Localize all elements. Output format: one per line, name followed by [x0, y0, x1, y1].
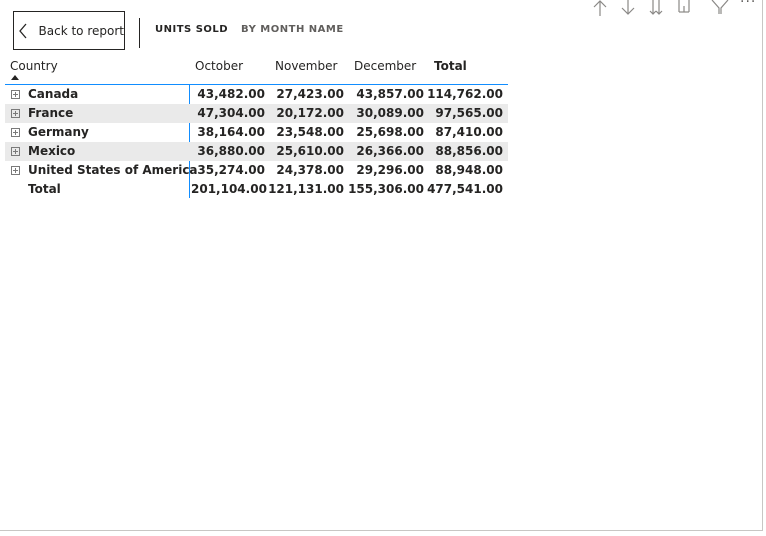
- cell-november: 24,378.00: [276, 163, 344, 177]
- cell-december: 26,366.00: [356, 144, 424, 158]
- cell-december: 43,857.00: [356, 87, 424, 101]
- cell-october: 47,304.00: [197, 106, 265, 120]
- cell-october: 43,482.00: [197, 87, 265, 101]
- expand-plus-icon[interactable]: [11, 166, 20, 175]
- cell-december: 25,698.00: [356, 125, 424, 139]
- expand-plus-icon[interactable]: [11, 147, 20, 156]
- toolbar-divider: [139, 18, 140, 48]
- row-country: Mexico: [28, 144, 76, 158]
- grand-total-value: 477,541.00: [427, 182, 503, 196]
- row-country: United States of America: [28, 163, 198, 177]
- matrix-visual: Country October November December Total …: [5, 56, 508, 199]
- row-country: Canada: [28, 87, 79, 101]
- cell-december: 29,296.00: [356, 163, 424, 177]
- filter-icon[interactable]: [710, 0, 729, 16]
- cell-november: 20,172.00: [276, 106, 344, 120]
- cell-november: 25,610.00: [276, 144, 344, 158]
- cell-total: 97,565.00: [435, 106, 503, 120]
- cell-november: 27,423.00: [276, 87, 344, 101]
- cell-total: 87,410.00: [435, 125, 503, 139]
- visual-header-toolbar: [590, 0, 738, 16]
- table-row: France 47,304.00 20,172.00 30,089.00 97,…: [5, 104, 508, 123]
- header-november[interactable]: November: [275, 59, 337, 73]
- header-december[interactable]: December: [354, 59, 416, 73]
- table-row: Germany 38,164.00 23,548.00 25,698.00 87…: [5, 123, 508, 142]
- breadcrumb-axis: BY MONTH NAME: [241, 24, 344, 35]
- table-row: Canada 43,482.00 27,423.00 43,857.00 114…: [5, 85, 508, 104]
- cell-october: 36,880.00: [197, 144, 265, 158]
- expand-plus-icon[interactable]: [11, 90, 20, 99]
- drill-up-icon[interactable]: [590, 0, 609, 16]
- grand-total-label: Total: [28, 182, 61, 196]
- cell-december: 30,089.00: [356, 106, 424, 120]
- total-december: 155,306.00: [348, 182, 424, 196]
- expand-plus-icon[interactable]: [11, 109, 20, 118]
- total-november: 121,131.00: [268, 182, 344, 196]
- more-options-icon[interactable]: ···: [740, 0, 756, 10]
- drill-down-icon[interactable]: [618, 0, 637, 16]
- grand-total-row: Total 201,104.00 121,131.00 155,306.00 4…: [5, 180, 508, 199]
- breadcrumb-measure: UNITS SOLD: [155, 24, 229, 35]
- cell-total: 88,856.00: [435, 144, 503, 158]
- table-row: Mexico 36,880.00 25,610.00 26,366.00 88,…: [5, 142, 508, 161]
- next-level-icon[interactable]: [646, 0, 665, 16]
- expand-plus-icon[interactable]: [11, 128, 20, 137]
- row-country: France: [28, 106, 74, 120]
- cell-total: 88,948.00: [435, 163, 503, 177]
- expand-hierarchy-icon[interactable]: [674, 0, 693, 16]
- back-to-report-button[interactable]: Back to report: [13, 11, 125, 50]
- total-october: 201,104.00: [191, 182, 267, 196]
- header-total[interactable]: Total: [434, 59, 467, 73]
- sort-ascending-icon: [11, 75, 19, 80]
- cell-october: 35,274.00: [197, 163, 265, 177]
- table-row: United States of America 35,274.00 24,37…: [5, 161, 508, 180]
- header-country[interactable]: Country: [10, 59, 58, 73]
- cell-total: 114,762.00: [427, 87, 503, 101]
- row-country: Germany: [28, 125, 89, 139]
- cell-october: 38,164.00: [197, 125, 265, 139]
- header-october[interactable]: October: [195, 59, 243, 73]
- chevron-left-icon: [18, 22, 29, 40]
- cell-november: 23,548.00: [276, 125, 344, 139]
- matrix-header-row: Country October November December Total: [5, 56, 508, 85]
- back-to-report-label: Back to report: [38, 23, 124, 38]
